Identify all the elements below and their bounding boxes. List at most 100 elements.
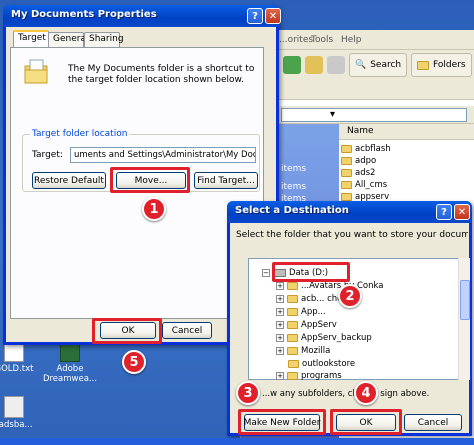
folder-icon bbox=[287, 346, 298, 355]
help-icon[interactable]: ? bbox=[436, 204, 452, 220]
task-item[interactable]: items bbox=[281, 182, 306, 192]
help-icon[interactable]: ? bbox=[247, 8, 263, 24]
tree-item[interactable]: + acb... chea bbox=[276, 293, 348, 304]
folder-icon bbox=[287, 307, 298, 316]
folder-icon bbox=[341, 168, 352, 177]
step-badge-5: 5 bbox=[122, 350, 146, 374]
tree-item[interactable]: + Mozilla bbox=[276, 345, 330, 356]
dialog-title: My Documents Properties bbox=[11, 9, 157, 20]
cancel-button[interactable]: Cancel bbox=[162, 322, 212, 339]
file-name: ads2 bbox=[355, 167, 376, 178]
expand-icon[interactable]: + bbox=[276, 333, 284, 342]
file-name: appserv bbox=[355, 191, 390, 202]
tab-sharing[interactable]: Sharing bbox=[84, 32, 124, 47]
target-description: The My Documents folder is a shortcut to… bbox=[68, 64, 255, 85]
tree-item-label: outlookstore bbox=[302, 358, 356, 369]
task-item[interactable]: items bbox=[281, 164, 306, 174]
step-badge-3: 3 bbox=[236, 381, 260, 405]
tree-item-label: App... bbox=[301, 306, 326, 317]
folders-button[interactable]: Folders bbox=[411, 53, 472, 77]
column-name-label: Name bbox=[347, 126, 374, 136]
chevron-down-icon[interactable]: ▾ bbox=[330, 109, 335, 120]
delete-icon[interactable] bbox=[327, 56, 345, 74]
menu-help[interactable]: Help bbox=[341, 35, 362, 45]
folder-icon bbox=[341, 156, 352, 165]
expand-icon[interactable]: + bbox=[276, 346, 284, 355]
highlight-destination-ok bbox=[330, 409, 402, 435]
tree-item-label: AppServ_backup bbox=[301, 332, 372, 343]
desktop-icon-gold-txt[interactable]: GOLD.txt bbox=[0, 340, 44, 374]
step-badge-1: 1 bbox=[142, 197, 166, 221]
close-icon[interactable]: ✕ bbox=[454, 204, 470, 220]
step-badge-2: 2 bbox=[338, 284, 362, 308]
expand-icon[interactable]: + bbox=[276, 294, 284, 303]
tab-target[interactable]: Target bbox=[13, 30, 49, 48]
step-badge-4: 4 bbox=[354, 381, 378, 405]
list-item[interactable]: ads2 bbox=[341, 167, 375, 178]
folders-icon bbox=[417, 60, 429, 70]
folder-icon bbox=[341, 180, 352, 189]
highlight-move bbox=[110, 167, 190, 193]
taskbar bbox=[0, 438, 474, 445]
restore-default-button[interactable]: Restore Default bbox=[32, 172, 106, 189]
search-label: Search bbox=[370, 60, 402, 70]
file-icon bbox=[4, 396, 24, 418]
tree-item[interactable]: outlookstore bbox=[288, 358, 355, 369]
folder-icon bbox=[287, 320, 298, 329]
target-label: Target: bbox=[32, 150, 63, 160]
tree-item-label: programs bbox=[301, 370, 342, 381]
highlight-ok bbox=[92, 318, 162, 344]
folders-label: Folders bbox=[433, 60, 466, 70]
tree-item-label: AppServ bbox=[301, 319, 337, 330]
folder-icon bbox=[288, 359, 299, 368]
up-arrow-icon[interactable] bbox=[283, 56, 301, 74]
tree-item[interactable]: + programs bbox=[276, 370, 342, 381]
expand-icon[interactable]: + bbox=[276, 307, 284, 316]
tree-item[interactable]: + AppServ_backup bbox=[276, 332, 372, 343]
tree-item[interactable]: + App... bbox=[276, 306, 326, 317]
desktop-icon-label: GOLD.txt bbox=[0, 364, 34, 374]
column-header-name[interactable]: Name bbox=[339, 124, 474, 140]
tab-general[interactable]: General bbox=[48, 32, 88, 47]
list-item[interactable]: adpo bbox=[341, 155, 376, 166]
menu-tools[interactable]: Tools bbox=[311, 35, 333, 45]
tree-item-label: Mozilla bbox=[301, 345, 331, 356]
expand-icon[interactable]: + bbox=[276, 320, 284, 329]
folder-icon bbox=[287, 333, 298, 342]
address-input[interactable]: ▾ bbox=[281, 108, 467, 122]
folder-icon bbox=[341, 144, 352, 153]
dialog-title: Select a Destination bbox=[235, 205, 349, 216]
file-name: acbflash bbox=[355, 143, 391, 154]
target-group-label: Target folder location bbox=[30, 129, 130, 139]
desktop-icon-tadsba[interactable]: tadsba... bbox=[0, 396, 44, 430]
tree-item[interactable]: + AppServ bbox=[276, 319, 337, 330]
destination-cancel-button[interactable]: Cancel bbox=[404, 414, 462, 431]
tree-scrollbar[interactable] bbox=[458, 258, 470, 380]
move-to-icon[interactable] bbox=[305, 56, 323, 74]
scroll-thumb[interactable] bbox=[460, 280, 470, 320]
collapse-icon[interactable]: − bbox=[262, 268, 270, 277]
menu-favorites[interactable]: ...orites bbox=[279, 35, 313, 45]
highlight-make-new-folder bbox=[238, 409, 326, 435]
list-item[interactable]: All_cms bbox=[341, 179, 387, 190]
folder-icon bbox=[287, 294, 298, 303]
target-path-field[interactable]: uments and Settings\Administrator\My Doc… bbox=[70, 147, 256, 163]
desktop-icon-label: tadsba... bbox=[0, 420, 33, 430]
desktop-icon-dreamweaver[interactable]: Adobe Dreamwea... bbox=[40, 340, 100, 384]
my-documents-icon bbox=[24, 59, 48, 84]
search-button[interactable]: 🔍 Search bbox=[349, 53, 408, 77]
highlight-data-drive bbox=[272, 262, 350, 282]
file-name: adpo bbox=[355, 155, 377, 166]
close-icon[interactable]: ✕ bbox=[265, 8, 281, 24]
properties-titlebar[interactable]: My Documents Properties ? ✕ bbox=[3, 5, 281, 27]
list-item[interactable]: acbflash bbox=[341, 143, 391, 154]
destination-titlebar[interactable]: Select a Destination ? ✕ bbox=[227, 201, 472, 223]
destination-instruction: Select the folder that you want to store… bbox=[236, 230, 468, 240]
find-target-button[interactable]: Find Target... bbox=[194, 172, 258, 189]
folder-icon bbox=[287, 281, 298, 290]
expand-icon[interactable]: + bbox=[276, 281, 284, 290]
expand-icon[interactable]: + bbox=[276, 371, 284, 380]
desktop-icon-label: Adobe Dreamwea... bbox=[42, 364, 98, 384]
folder-icon bbox=[341, 192, 352, 201]
file-name: All_cms bbox=[355, 179, 388, 190]
